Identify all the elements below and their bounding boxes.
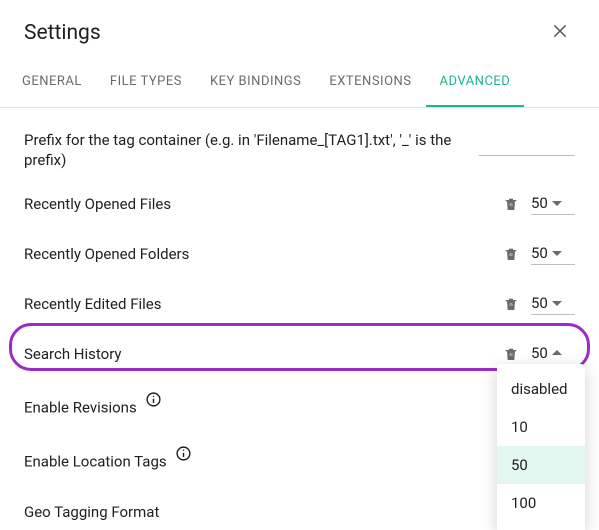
tab-key-bindings[interactable]: KEY BINDINGS	[196, 58, 315, 107]
row-search-history: Search History 50	[24, 329, 575, 379]
tab-file-types[interactable]: FILE TYPES	[96, 58, 196, 107]
trash-icon[interactable]	[503, 295, 519, 313]
tag-prefix-label: Prefix for the tag container (e.g. in 'F…	[24, 130, 467, 171]
close-icon	[551, 23, 569, 45]
select-value: 50	[531, 244, 548, 262]
row-enable-revisions: Enable Revisions	[24, 379, 575, 433]
select-value: 50	[531, 194, 548, 212]
chevron-down-icon	[552, 301, 562, 306]
tab-general[interactable]: GENERAL	[8, 58, 96, 107]
trash-icon[interactable]	[503, 345, 519, 363]
tag-prefix-input[interactable]	[479, 130, 575, 156]
trash-icon[interactable]	[503, 245, 519, 263]
row-recent-files: Recently Opened Files 50	[24, 179, 575, 229]
row-tag-prefix: Prefix for the tag container (e.g. in 'F…	[24, 124, 575, 179]
trash-icon[interactable]	[503, 195, 519, 213]
recent-files-label: Recently Opened Files	[24, 195, 491, 213]
search-history-label: Search History	[24, 345, 491, 363]
enable-location-tags-label: Enable Location Tags	[24, 449, 575, 471]
dialog-title: Settings	[24, 21, 101, 45]
close-button[interactable]	[545, 18, 575, 48]
chevron-down-icon	[552, 251, 562, 256]
dropdown-option-100[interactable]: 100	[497, 484, 585, 522]
info-icon[interactable]	[174, 445, 192, 463]
recent-files-select[interactable]: 50	[531, 192, 575, 215]
row-recent-edited: Recently Edited Files 50	[24, 279, 575, 329]
tab-extensions[interactable]: EXTENSIONS	[315, 58, 425, 107]
search-history-select[interactable]: 50	[531, 342, 575, 366]
dropdown-option-50[interactable]: 50	[497, 446, 585, 484]
select-value: 50	[531, 344, 548, 362]
info-icon[interactable]	[144, 391, 162, 409]
geo-format-label: Geo Tagging Format	[24, 503, 505, 521]
tabs-bar: GENERAL FILE TYPES KEY BINDINGS EXTENSIO…	[0, 58, 599, 108]
row-recent-folders: Recently Opened Folders 50	[24, 229, 575, 279]
row-enable-location-tags: Enable Location Tags	[24, 433, 575, 487]
chevron-up-icon	[552, 350, 562, 355]
recent-folders-select[interactable]: 50	[531, 242, 575, 265]
row-geo-format: Geo Tagging Format PLUSCO	[24, 487, 575, 530]
dropdown-option-10[interactable]: 10	[497, 408, 585, 446]
recent-folders-label: Recently Opened Folders	[24, 245, 491, 263]
search-history-dropdown: disabled 10 50 100	[497, 364, 585, 530]
recent-edited-label: Recently Edited Files	[24, 295, 491, 313]
settings-dialog: Settings GENERAL FILE TYPES KEY BINDINGS…	[0, 0, 599, 530]
enable-revisions-label: Enable Revisions	[24, 395, 575, 417]
dialog-header: Settings	[0, 0, 599, 58]
recent-edited-select[interactable]: 50	[531, 292, 575, 315]
dropdown-option-disabled[interactable]: disabled	[497, 370, 585, 408]
chevron-down-icon	[552, 201, 562, 206]
tab-advanced[interactable]: ADVANCED	[426, 58, 525, 107]
select-value: 50	[531, 294, 548, 312]
